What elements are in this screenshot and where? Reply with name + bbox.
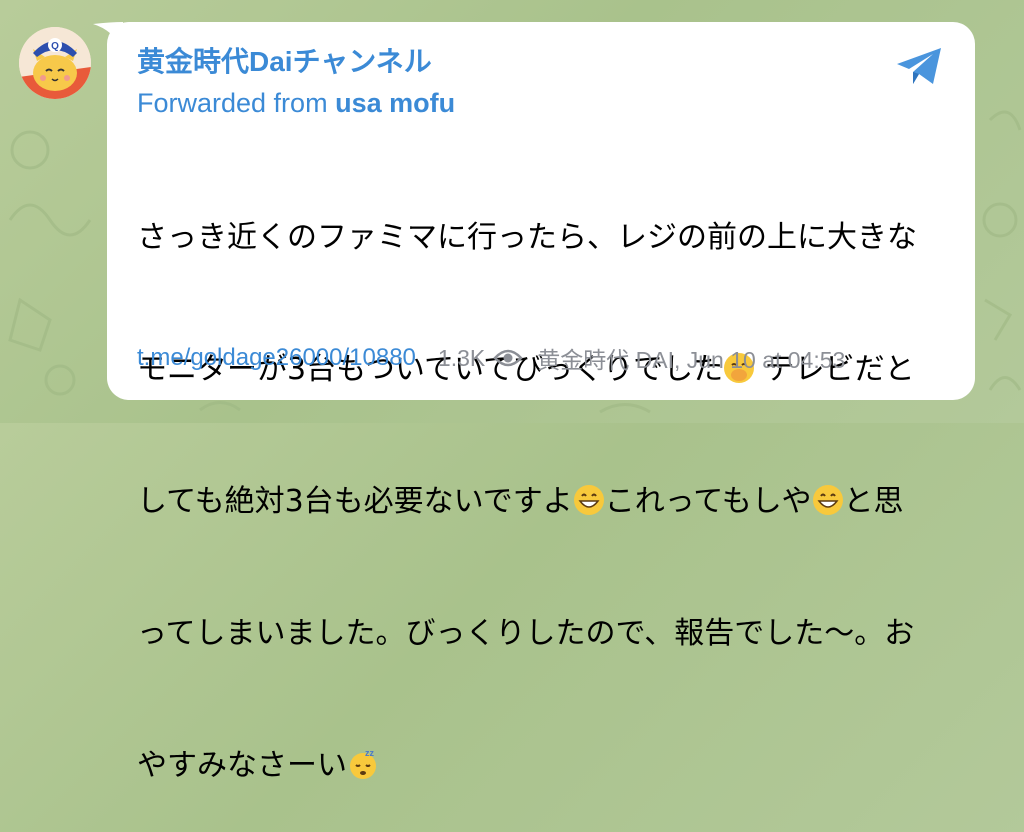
message-line: さっき近くのファミマに行ったら、レジの前の上に大きな	[137, 216, 937, 260]
share-icon[interactable]	[893, 44, 945, 88]
forwarded-prefix: Forwarded from	[137, 88, 328, 118]
eye-icon	[493, 349, 523, 367]
message-text-segment: と思	[843, 484, 904, 519]
grinning-icon	[573, 485, 604, 515]
message-text-segment: さっき近くのファミマに行ったら、レジの前の上に大きな	[137, 220, 917, 255]
message-line: やすみなさーい zz	[137, 744, 937, 788]
post-link[interactable]: t.me/goldage26000/10880	[137, 344, 416, 372]
message-line: しても絶対3台も必要ないですよ これってもしや と思	[137, 480, 937, 524]
channel-avatar[interactable]: Q	[19, 27, 91, 99]
cat-mascot-icon: Q	[19, 27, 91, 99]
message-text-segment: やすみなさーい	[137, 748, 347, 783]
forwarded-from[interactable]: Forwarded from usa mofu	[137, 85, 455, 121]
message-line: ってしまいました。びっくりしたので、報告でした〜。お	[137, 612, 937, 656]
message-text: さっき近くのファミマに行ったら、レジの前の上に大きな モニターが3台もついていて…	[137, 128, 937, 832]
message-footer: t.me/goldage26000/10880 1.3K 黄金時代 DAI, J…	[137, 340, 845, 376]
svg-text:Q: Q	[51, 41, 59, 52]
forwarded-source-name[interactable]: usa mofu	[335, 88, 455, 118]
message-text-segment: しても絶対3台も必要ないですよ	[137, 484, 573, 519]
sleeping-face-icon: zz	[350, 748, 376, 779]
message-text-segment: ってしまいました。びっくりしたので、報告でした〜。お	[137, 616, 915, 651]
grinning-icon	[812, 485, 843, 515]
view-count: 1.3K	[437, 344, 486, 371]
message-text-segment: これってもしや	[604, 484, 812, 519]
post-signature-time: 黄金時代 DAI, Jun 10 at 04:53	[537, 347, 846, 373]
channel-name[interactable]: 黄金時代Daiチャンネル	[137, 42, 432, 82]
svg-text:zz: zz	[365, 748, 375, 758]
